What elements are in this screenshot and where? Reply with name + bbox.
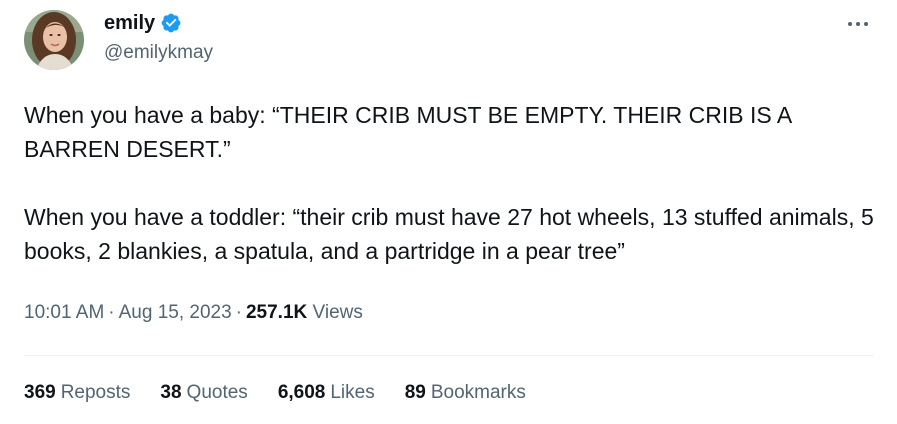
stat-label: Reposts — [60, 382, 131, 403]
reposts-stat[interactable]: 369 Reposts — [24, 382, 130, 404]
separator-dot: · — [108, 302, 115, 323]
tweet-paragraph: When you have a toddler: “their crib mus… — [24, 204, 874, 264]
tweet-date: Aug 15, 2023 — [118, 302, 232, 323]
tweet-time: 10:01 AM — [24, 302, 105, 323]
more-options-button[interactable] — [840, 10, 876, 38]
views-label: Views — [312, 302, 363, 323]
stat-label: Quotes — [186, 382, 248, 403]
tweet-paragraph: When you have a baby: “THEIR CRIB MUST B… — [24, 102, 791, 162]
stat-count: 6,608 — [277, 382, 326, 403]
stat-count: 89 — [404, 382, 426, 403]
stat-count: 369 — [24, 382, 56, 403]
author-name-row: emily — [104, 10, 182, 36]
separator-dot: · — [235, 302, 242, 323]
tweet-text: When you have a baby: “THEIR CRIB MUST B… — [24, 98, 874, 268]
views-link[interactable]: 257.1K Views — [246, 302, 363, 323]
tweet-meta: 10:01 AM · Aug 15, 2023 · 257.1K Views — [24, 302, 363, 324]
stat-count: 38 — [160, 382, 182, 403]
author-handle[interactable]: @emilykmay — [104, 42, 213, 64]
avatar-photo-icon — [24, 10, 84, 70]
verified-badge-icon[interactable] — [160, 12, 182, 34]
bookmarks-stat[interactable]: 89 Bookmarks — [405, 382, 526, 404]
engagement-stats: 369 Reposts 38 Quotes 6,608 Likes 89 Bookmar… — [24, 382, 526, 404]
tweet-card: emily @emilykmay When you have a baby: “… — [0, 0, 897, 424]
stat-label: Bookmarks — [430, 382, 526, 403]
divider — [24, 355, 874, 356]
views-count: 257.1K — [245, 302, 308, 323]
author-display-name[interactable]: emily — [104, 12, 155, 35]
likes-stat[interactable]: 6,608 Likes — [278, 382, 375, 404]
stat-label: Likes — [330, 382, 375, 403]
more-horizontal-icon — [848, 22, 868, 26]
avatar[interactable] — [24, 10, 84, 70]
timestamp-link[interactable]: 10:01 AM · Aug 15, 2023 — [24, 302, 232, 323]
quotes-stat[interactable]: 38 Quotes — [160, 382, 247, 404]
